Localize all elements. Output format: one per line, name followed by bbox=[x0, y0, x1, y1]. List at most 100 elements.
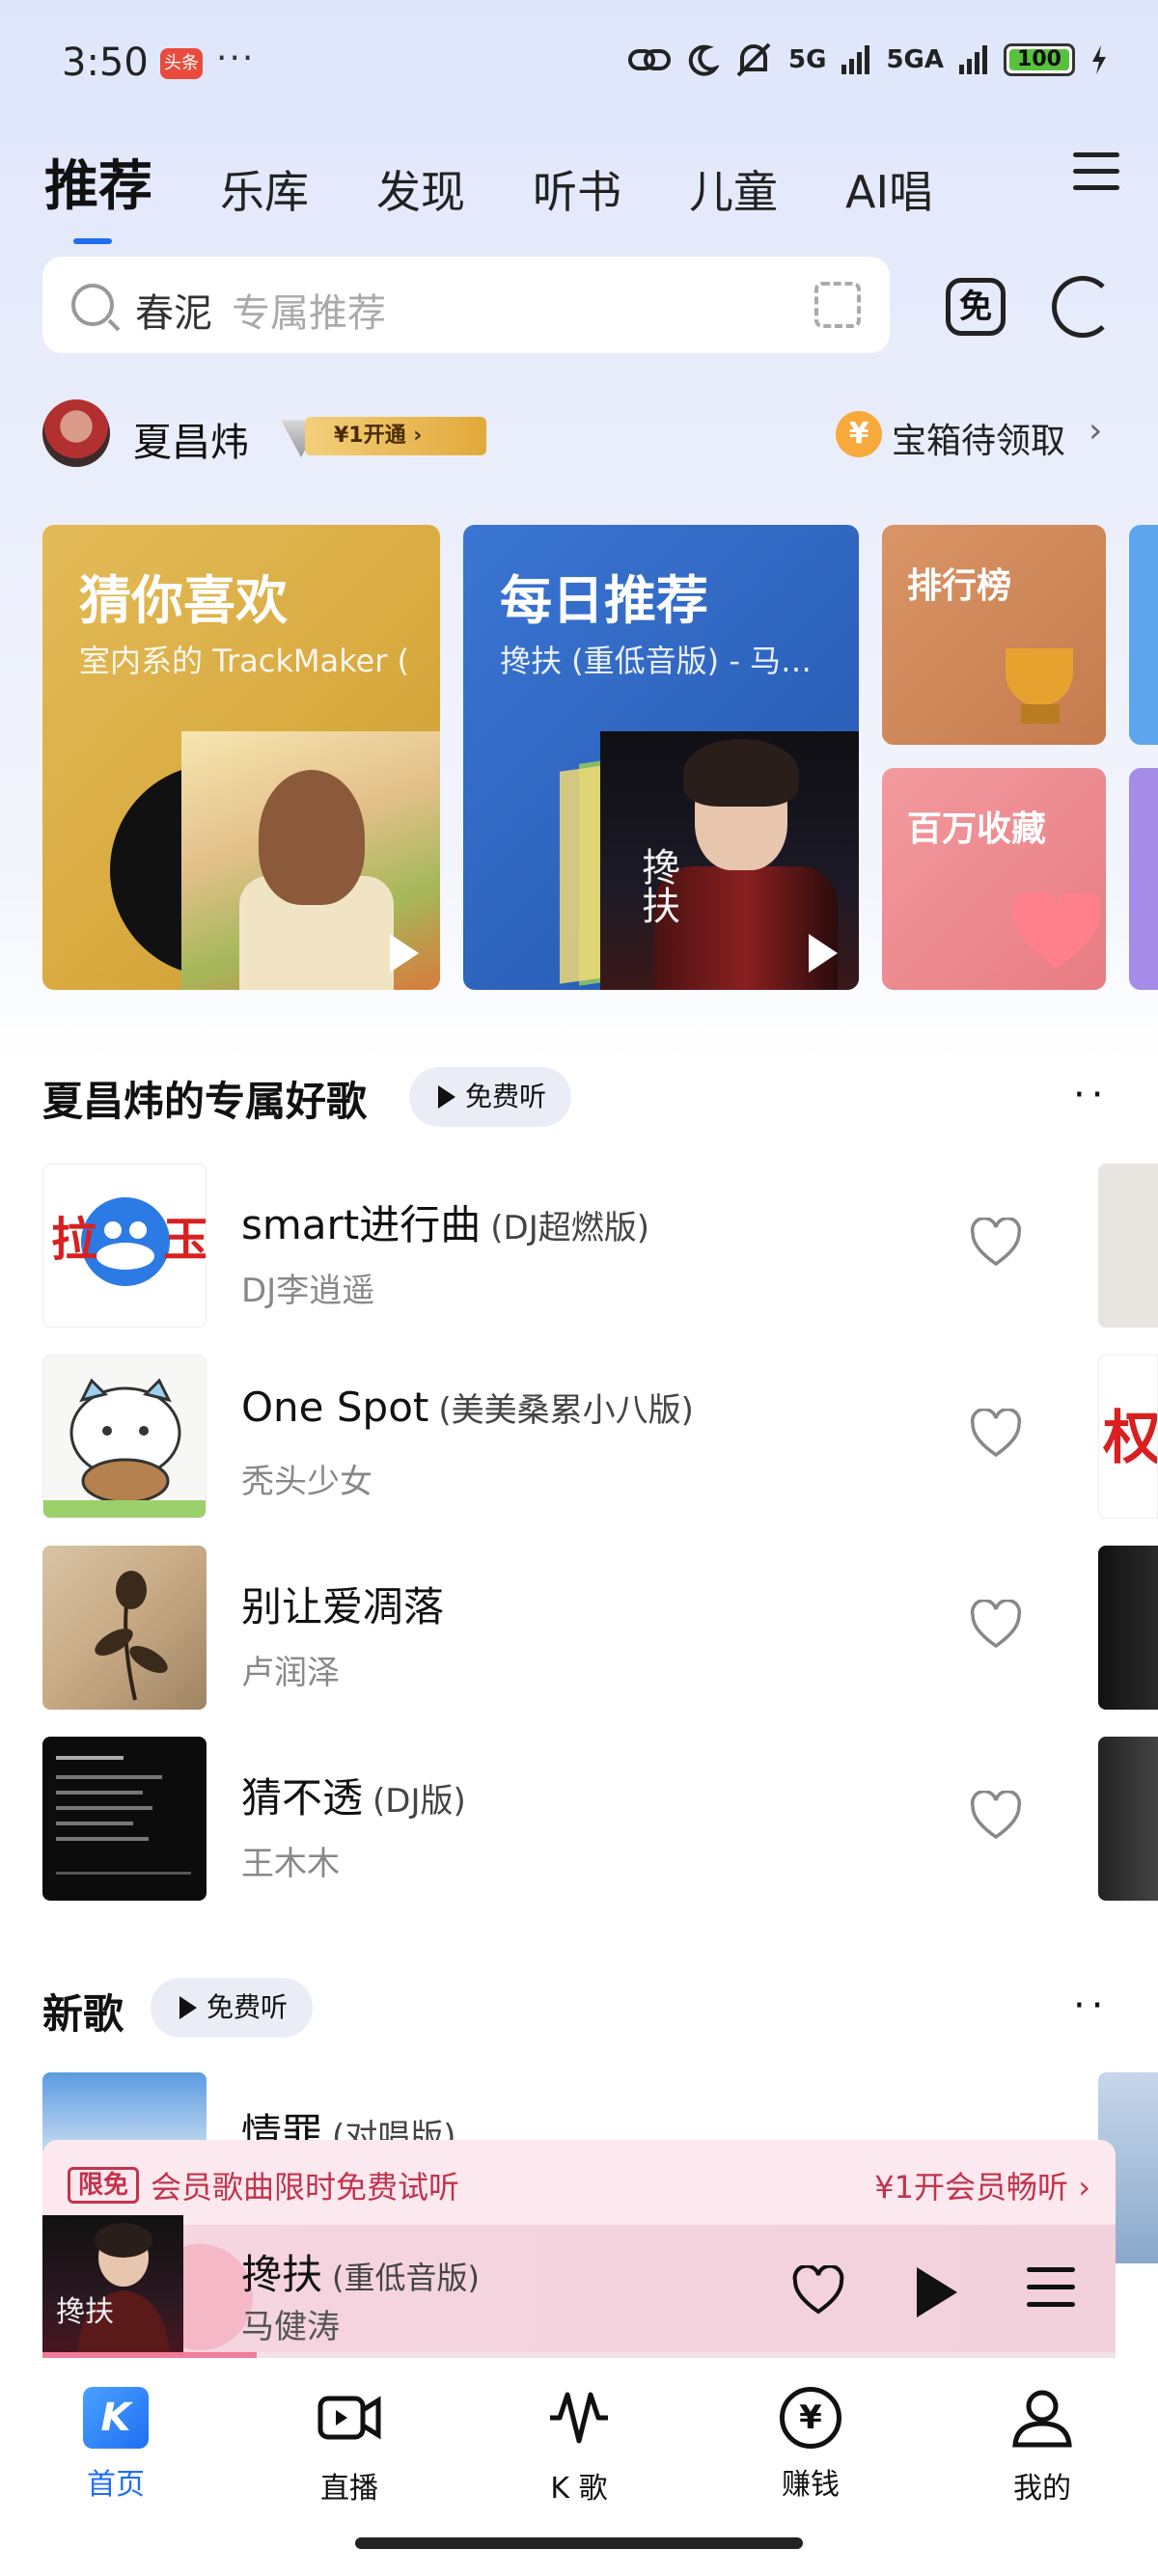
nav-karaoke[interactable]: K 歌 bbox=[502, 2387, 656, 2507]
free-listen-label: 免费听 bbox=[465, 1081, 547, 1112]
nav-me[interactable]: 我的 bbox=[965, 2387, 1119, 2507]
section-title: 夏昌炜的专属好歌 bbox=[42, 1078, 368, 1125]
album-cover bbox=[42, 1355, 207, 1519]
next-column-peek[interactable]: 权 bbox=[1098, 1355, 1158, 1519]
svg-text:拉: 拉 bbox=[51, 1213, 97, 1267]
vip-label: ¥1开通 bbox=[334, 424, 406, 448]
player-song-version: (重低音版) bbox=[332, 2260, 480, 2296]
section-title: 新歌 bbox=[42, 1990, 124, 2038]
battery-icon: 100 bbox=[1004, 43, 1075, 76]
tab-audiobook[interactable]: 听书 bbox=[533, 157, 621, 221]
news-app-badge: 头条 bbox=[160, 48, 203, 79]
song-version: (美美桑累小八版) bbox=[438, 1391, 694, 1430]
next-card-peek-2[interactable] bbox=[1129, 768, 1158, 990]
card-title: 每日推荐 bbox=[500, 570, 708, 631]
tab-ai-sing[interactable]: AI唱 bbox=[845, 157, 933, 221]
million-favorites-card[interactable]: 百万收藏 bbox=[882, 768, 1106, 990]
chevron-right-icon[interactable]: › bbox=[1089, 411, 1102, 451]
trophy-icon bbox=[1006, 648, 1073, 706]
song-artist: 王木木 bbox=[241, 1845, 340, 1883]
song-title: 别让爱凋落 bbox=[241, 1583, 445, 1631]
play-button[interactable] bbox=[917, 2267, 957, 2317]
username[interactable]: 夏昌炜 bbox=[133, 411, 249, 467]
guess-you-like-card[interactable]: 猜你喜欢 室内系的 TrackMaker ( bbox=[42, 525, 440, 990]
more-icon[interactable]: ·· bbox=[1073, 1984, 1109, 2028]
link-icon bbox=[628, 49, 671, 70]
daily-recommend-card[interactable]: 每日推荐 搀扶 (重低音版) - 马… 搀扶 bbox=[463, 525, 859, 990]
nav-label: K 歌 bbox=[550, 2472, 608, 2506]
profile-icon bbox=[1012, 2390, 1072, 2448]
nav-label: 首页 bbox=[87, 2468, 145, 2502]
next-column-peek[interactable] bbox=[1098, 1164, 1158, 1328]
nav-label: 赚钱 bbox=[782, 2468, 840, 2502]
play-icon[interactable] bbox=[809, 934, 838, 973]
nav-earn[interactable]: ¥ 赚钱 bbox=[733, 2387, 888, 2503]
scan-icon[interactable] bbox=[814, 282, 861, 328]
player-album-cover[interactable]: 搀扶 bbox=[42, 2215, 183, 2356]
free-mode-icon[interactable]: 免 bbox=[946, 278, 1006, 336]
list-item[interactable]: 猜不透 (DJ版) 王木木 bbox=[42, 1737, 1075, 1901]
next-card-peek[interactable] bbox=[1129, 525, 1158, 745]
menu-icon[interactable] bbox=[1073, 152, 1119, 191]
treasure-box-link[interactable]: 宝箱待领取 bbox=[892, 413, 1065, 463]
song-artist: 卢润泽 bbox=[241, 1654, 340, 1692]
favorite-heart-icon[interactable] bbox=[969, 1791, 1023, 1845]
mini-player[interactable]: 搀扶 搀扶 (重低音版) 马健涛 bbox=[42, 2215, 1116, 2356]
vip-promo-bar[interactable]: 限免 会员歌曲限时免费试听 ¥1开会员畅听 › bbox=[42, 2140, 1116, 2229]
list-item[interactable]: 拉玉 smart进行曲 (DJ超燃版) DJ李逍遥 bbox=[42, 1164, 1075, 1328]
promo-action-link[interactable]: ¥1开会员畅听 › bbox=[874, 2163, 1090, 2207]
charging-icon bbox=[1092, 45, 1106, 74]
album-art: 搀扶 bbox=[600, 731, 859, 990]
svg-text:权: 权 bbox=[1102, 1405, 1158, 1472]
favorite-heart-icon[interactable] bbox=[969, 1600, 1023, 1654]
song-version: (DJ版) bbox=[372, 1782, 466, 1821]
next-column-peek[interactable] bbox=[1098, 1546, 1158, 1710]
album-cover bbox=[42, 1737, 207, 1901]
home-k-icon: K bbox=[83, 2387, 149, 2449]
card-subtitle: 搀扶 (重低音版) - 马… bbox=[500, 643, 813, 679]
song-artist: DJ李逍遥 bbox=[241, 1272, 375, 1310]
tab-recommend[interactable]: 推荐 bbox=[44, 143, 152, 244]
song-recognition-icon[interactable] bbox=[1052, 276, 1114, 338]
heart-icon bbox=[1013, 893, 1100, 969]
tab-discover[interactable]: 发现 bbox=[376, 157, 465, 221]
more-notifications-icon: ··· bbox=[216, 39, 256, 78]
signal-5ga: 5GA bbox=[886, 45, 944, 74]
song-artist: 秃头少女 bbox=[241, 1463, 372, 1501]
nav-label: 我的 bbox=[1013, 2472, 1071, 2506]
home-indicator[interactable] bbox=[355, 2537, 803, 2549]
limited-free-tag: 限免 bbox=[68, 2167, 140, 2204]
vip-open-button[interactable]: ¥1开通 › bbox=[276, 411, 486, 457]
play-icon[interactable] bbox=[390, 934, 419, 973]
search-bar[interactable]: 春泥 专属推荐 bbox=[42, 257, 890, 353]
free-listen-button[interactable]: 免费听 bbox=[409, 1067, 572, 1127]
more-icon[interactable]: ·· bbox=[1073, 1073, 1109, 1117]
album-cover: 拉玉 bbox=[42, 1164, 207, 1328]
signal-5g: 5G bbox=[788, 45, 827, 74]
live-video-icon bbox=[317, 2396, 381, 2440]
favorite-heart-icon[interactable] bbox=[969, 1409, 1023, 1463]
nav-live[interactable]: 直播 bbox=[272, 2387, 427, 2507]
next-column-peek[interactable] bbox=[1098, 1737, 1158, 1901]
tab-kids[interactable]: 儿童 bbox=[689, 157, 778, 221]
playlist-icon[interactable] bbox=[1027, 2267, 1075, 2316]
favorite-heart-icon[interactable] bbox=[969, 1218, 1023, 1272]
favorite-heart-icon[interactable] bbox=[791, 2265, 845, 2319]
tab-library[interactable]: 乐库 bbox=[220, 157, 309, 221]
song-title: One Spot bbox=[241, 1384, 429, 1431]
ranking-card[interactable]: 排行榜 bbox=[882, 525, 1106, 745]
search-input[interactable]: 春泥 bbox=[135, 282, 212, 338]
battery-level: 100 bbox=[1009, 49, 1069, 70]
signal-bars-icon bbox=[841, 45, 870, 74]
svg-text:搀扶: 搀扶 bbox=[56, 2295, 114, 2329]
yuan-coin-icon: ¥ bbox=[780, 2387, 841, 2449]
signal-bars-icon-2 bbox=[959, 45, 987, 74]
free-listen-button[interactable]: 免费听 bbox=[151, 1978, 314, 2038]
avatar[interactable] bbox=[42, 399, 110, 467]
list-item[interactable]: 别让爱凋落 卢润泽 bbox=[42, 1546, 1075, 1710]
list-item[interactable]: One Spot (美美桑累小八版) 秃头少女 bbox=[42, 1355, 1075, 1519]
karaoke-wave-icon bbox=[550, 2392, 608, 2444]
search-hint: 专属推荐 bbox=[232, 291, 386, 336]
nav-home[interactable]: K 首页 bbox=[39, 2387, 193, 2503]
moon-icon bbox=[688, 44, 719, 76]
